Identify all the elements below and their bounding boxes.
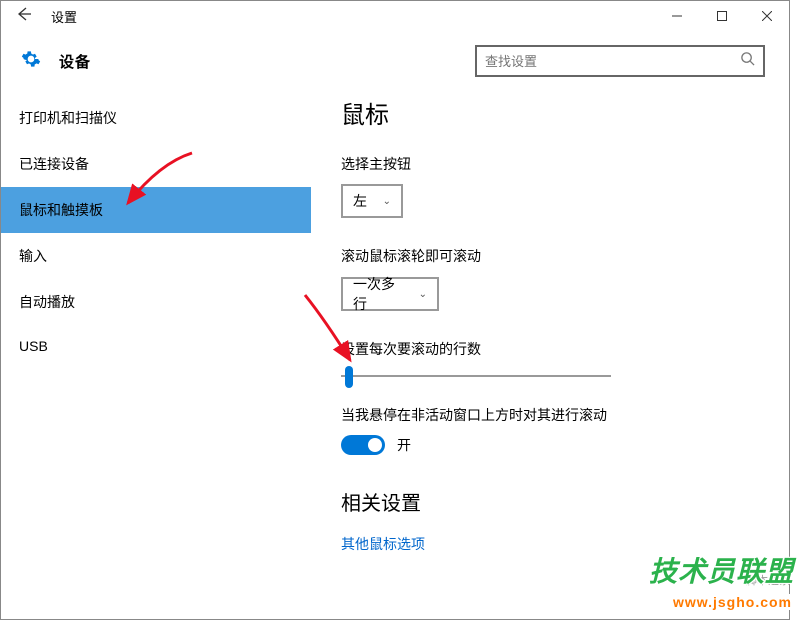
toggle-row: 开 — [341, 435, 759, 455]
inactive-hover-label: 当我悬停在非活动窗口上方时对其进行滚动 — [341, 405, 759, 425]
sidebar-item-mouse-touchpad[interactable]: 鼠标和触摸板 — [1, 187, 311, 233]
search-icon — [740, 51, 755, 71]
chevron-down-icon: ⌄ — [419, 289, 427, 300]
titlebar-left: 设置 — [15, 5, 77, 28]
maximize-button[interactable] — [699, 1, 744, 31]
section-title: 鼠标 — [341, 95, 759, 130]
sidebar-item-connected-devices[interactable]: 已连接设备 — [1, 141, 311, 187]
lines-per-scroll-label: 设置每次要滚动的行数 — [341, 339, 759, 359]
sidebar-item-printers[interactable]: 打印机和扫描仪 — [1, 95, 311, 141]
primary-button-value: 左 — [353, 191, 367, 211]
scroll-mode-value: 一次多行 — [353, 274, 405, 314]
scroll-mode-label: 滚动鼠标滚轮即可滚动 — [341, 246, 759, 266]
chevron-down-icon: ⌄ — [383, 196, 391, 207]
minimize-button[interactable] — [654, 1, 699, 31]
body-area: 打印机和扫描仪 已连接设备 鼠标和触摸板 输入 自动播放 USB 鼠标 选择主按… — [1, 95, 789, 617]
primary-button-label: 选择主按钮 — [341, 154, 759, 174]
settings-window: 设置 设备 打印机和扫描仪 已连接设备 鼠标和触摸板 输入 自动播放 — [0, 0, 790, 620]
lines-per-scroll-slider[interactable] — [341, 375, 611, 377]
back-button[interactable] — [15, 5, 33, 28]
slider-thumb[interactable] — [345, 366, 353, 388]
close-button[interactable] — [744, 1, 789, 31]
scroll-mode-select[interactable]: 一次多行 ⌄ — [341, 277, 439, 311]
primary-button-select[interactable]: 左 ⌄ — [341, 184, 403, 218]
inactive-hover-toggle[interactable] — [341, 435, 385, 455]
scroll-mode-field: 滚动鼠标滚轮即可滚动 一次多行 ⌄ — [341, 246, 759, 311]
sidebar: 打印机和扫描仪 已连接设备 鼠标和触摸板 输入 自动播放 USB — [1, 95, 311, 617]
search-box[interactable] — [475, 45, 765, 77]
sidebar-item-usb[interactable]: USB — [1, 325, 311, 367]
main-content: 鼠标 选择主按钮 左 ⌄ 滚动鼠标滚轮即可滚动 一次多行 ⌄ 设置每次要滚动的行… — [311, 95, 789, 617]
titlebar: 设置 — [1, 1, 789, 31]
toggle-knob — [368, 438, 382, 452]
primary-button-field: 选择主按钮 左 ⌄ — [341, 154, 759, 218]
inactive-hover-field: 当我悬停在非活动窗口上方时对其进行滚动 开 — [341, 405, 759, 455]
sidebar-item-typing[interactable]: 输入 — [1, 233, 311, 279]
header-row: 设备 — [1, 31, 789, 95]
watermark-brand: 技术员联盟 — [649, 550, 794, 590]
gear-icon — [21, 49, 41, 74]
header-left: 设备 — [21, 49, 91, 74]
search-input[interactable] — [485, 54, 740, 69]
watermark-url: www.jsgho.com — [671, 594, 794, 610]
sidebar-item-autoplay[interactable]: 自动播放 — [1, 279, 311, 325]
window-title: 设置 — [51, 7, 77, 26]
related-settings-title: 相关设置 — [341, 487, 759, 516]
lines-per-scroll-field: 设置每次要滚动的行数 — [341, 339, 759, 377]
page-title: 设备 — [59, 51, 91, 72]
toggle-state: 开 — [397, 435, 411, 455]
window-controls — [654, 1, 789, 31]
